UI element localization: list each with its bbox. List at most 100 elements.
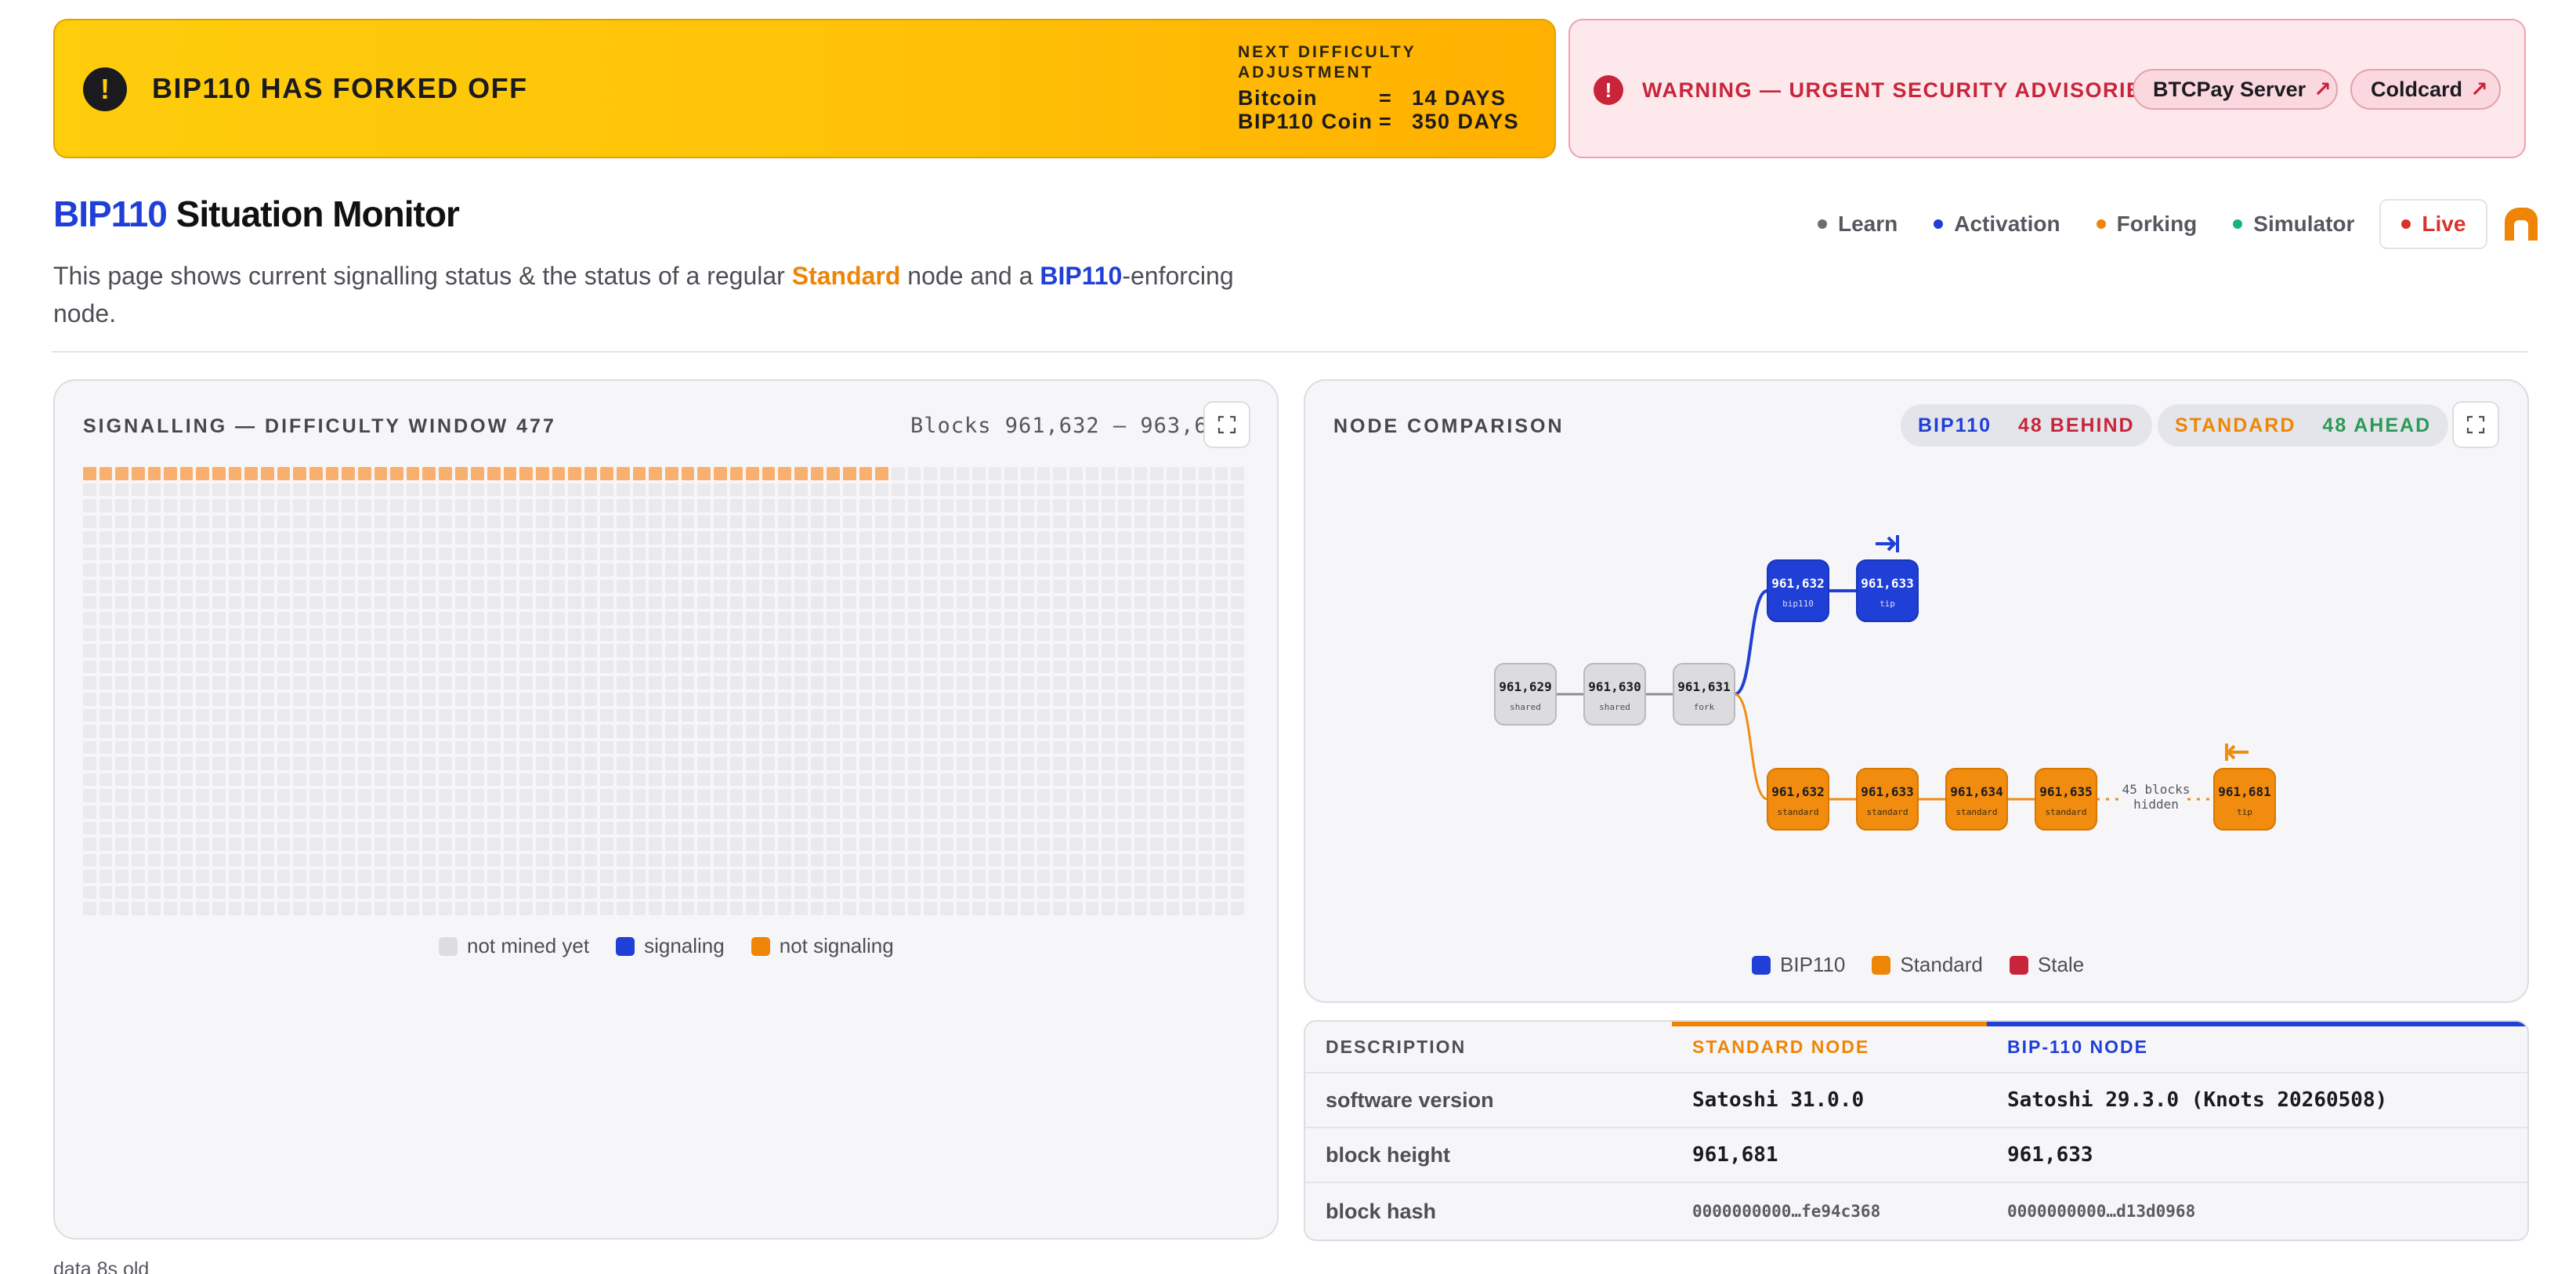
block-cell — [99, 483, 113, 497]
block-cell — [196, 644, 210, 657]
block-cell — [83, 708, 96, 722]
block-cell — [1214, 515, 1228, 529]
nav-link-activation[interactable]: Activation — [1934, 212, 2060, 237]
block-cell — [891, 838, 905, 851]
block-cell — [454, 612, 469, 625]
block-cell — [1150, 692, 1163, 706]
block-cell — [1182, 644, 1196, 657]
block-cell — [956, 870, 970, 883]
block-cell — [762, 483, 776, 497]
block-cell — [1214, 467, 1228, 480]
block-cell — [196, 467, 210, 480]
nav-dot-icon — [1934, 219, 1944, 229]
block-cell — [729, 531, 743, 545]
bip110-tip-marker-icon — [1876, 535, 1899, 552]
block-cell — [342, 660, 355, 674]
block-node-fork[interactable]: 961,631 fork — [1673, 663, 1735, 726]
block-cell — [1102, 467, 1115, 480]
block-node-bip110[interactable]: 961,632 bip110 — [1767, 559, 1829, 622]
block-cell — [357, 563, 371, 577]
nav-link-forking[interactable]: Forking — [2096, 212, 2197, 237]
block-cell — [99, 821, 113, 835]
block-cell — [147, 757, 161, 770]
block-cell — [1037, 660, 1051, 674]
advisory-link-coldcard[interactable]: Coldcard ↗ — [2350, 69, 2501, 110]
block-cell — [1117, 773, 1131, 787]
difficulty-row-bitcoin: Bitcoin = 14 DAYS — [1238, 86, 1507, 110]
block-cell — [503, 757, 517, 770]
block-node-standard[interactable]: 961,635 standard — [2035, 768, 2097, 831]
block-cell — [374, 789, 388, 802]
block-cell — [810, 595, 824, 610]
block-cell — [99, 595, 113, 610]
block-cell — [1102, 531, 1115, 545]
block-cell — [649, 838, 662, 851]
block-cell — [131, 483, 145, 497]
block-cell — [907, 515, 921, 529]
block-cell — [519, 805, 533, 819]
block-node-standard[interactable]: 961,634 standard — [1945, 768, 2008, 831]
advisory-label: BTCPay Server — [2153, 78, 2306, 101]
block-cell — [1069, 902, 1083, 915]
bitcoin-logo-icon[interactable] — [2503, 206, 2539, 242]
advisory-link-btcpay[interactable]: BTCPay Server ↗ — [2133, 69, 2338, 110]
block-cell — [794, 676, 808, 689]
block-cell — [697, 644, 711, 657]
block-cell — [99, 563, 113, 577]
block-cell — [697, 563, 711, 577]
block-cell — [1117, 547, 1131, 561]
block-cell — [454, 805, 469, 819]
block-cell — [390, 838, 403, 851]
block-cell — [939, 789, 953, 802]
block-cell — [357, 773, 371, 787]
block-cell — [1134, 579, 1148, 593]
block-cell — [827, 838, 841, 851]
block-cell — [972, 595, 986, 610]
block-cell — [600, 805, 614, 819]
block-node-standard[interactable]: 961,632 standard — [1767, 768, 1829, 831]
block-node-standard-tip[interactable]: 961,681 tip — [2213, 768, 2276, 831]
block-cell — [794, 547, 808, 561]
block-cell — [617, 483, 630, 497]
block-node-shared[interactable]: 961,629 shared — [1494, 663, 1557, 726]
block-cell — [794, 644, 808, 657]
block-cell — [390, 628, 403, 642]
block-cell — [794, 805, 808, 819]
block-node-bip110-tip[interactable]: 961,633 tip — [1856, 559, 1919, 622]
block-cell — [99, 885, 113, 899]
nav-link-learn[interactable]: Learn — [1818, 212, 1898, 237]
block-cell — [617, 499, 630, 512]
block-cell — [1102, 708, 1115, 722]
block-cell — [325, 692, 339, 706]
page-title: BIP110 Situation Monitor — [53, 193, 460, 235]
block-cell — [454, 708, 469, 722]
block-cell — [1199, 885, 1212, 899]
block-cell — [1150, 789, 1163, 802]
block-cell — [762, 531, 776, 545]
block-cell — [293, 853, 306, 867]
fork-banner-title: BIP110 HAS FORKED OFF — [152, 72, 528, 104]
block-cell — [1231, 644, 1244, 657]
block-cell — [179, 612, 194, 625]
block-cell — [584, 515, 598, 529]
nav-link-live[interactable]: Live — [2379, 199, 2488, 249]
block-cell — [228, 483, 242, 497]
block-cell — [907, 789, 921, 802]
nav-link-simulator[interactable]: Simulator — [2233, 212, 2354, 237]
fork-link-bip110 — [1734, 589, 1768, 696]
block-cell — [325, 531, 339, 545]
block-cell — [1102, 885, 1115, 899]
expand-button[interactable] — [1203, 401, 1250, 448]
block-cell — [1037, 644, 1051, 657]
block-cell — [810, 644, 824, 657]
block-cell — [972, 579, 986, 593]
block-cell — [956, 692, 970, 706]
block-cell — [778, 483, 792, 497]
block-cell — [568, 612, 581, 625]
block-cell — [713, 870, 727, 883]
block-cell — [503, 547, 517, 561]
block-node-shared[interactable]: 961,630 shared — [1583, 663, 1646, 726]
block-node-standard[interactable]: 961,633 standard — [1856, 768, 1919, 831]
block-cell — [390, 870, 403, 883]
block-cell — [277, 563, 291, 577]
